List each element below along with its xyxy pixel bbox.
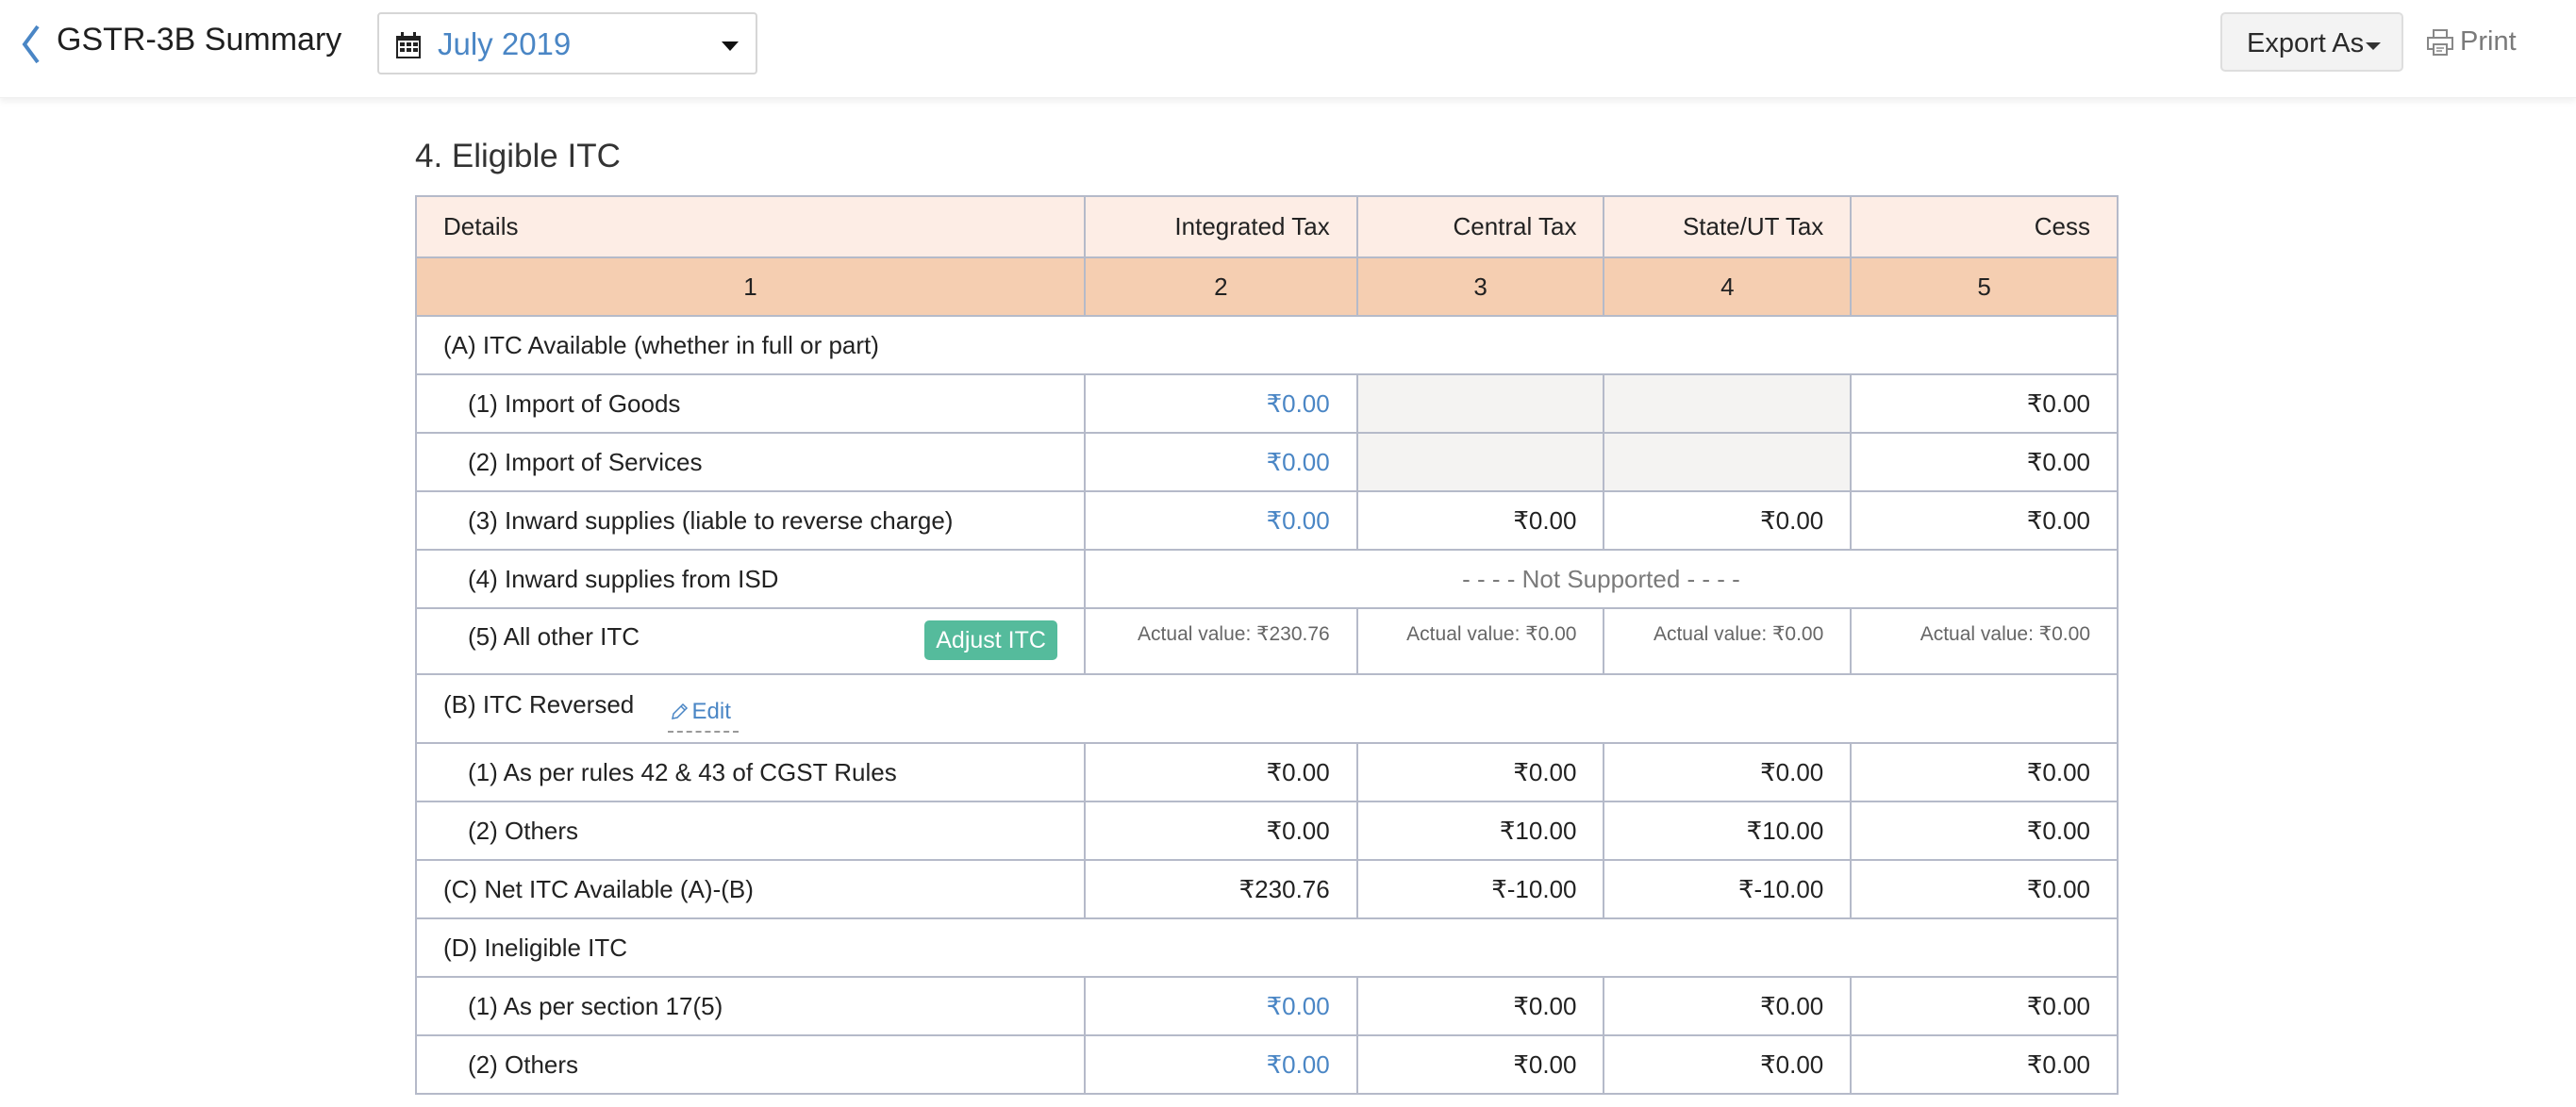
edit-label: Edit <box>691 699 731 724</box>
row-label-cell: (5) All other ITC Adjust ITC <box>415 607 1086 675</box>
group-label: (D) Ineligible ITC <box>415 917 2119 978</box>
chevron-left-icon <box>22 25 40 64</box>
cess-value: ₹0.00 <box>1850 432 2119 492</box>
integrated-tax-link[interactable]: ₹0.00 <box>1083 490 1358 551</box>
row-label: (2) Import of Services <box>415 432 1086 492</box>
group-label: (B) ITC Reversed <box>443 690 635 719</box>
column-header-central-tax: Central Tax <box>1355 195 1605 258</box>
integrated-tax-link[interactable]: ₹0.00 <box>1083 432 1358 492</box>
disabled-cell <box>1355 432 1605 492</box>
state-tax-value: ₹0.00 <box>1603 490 1853 551</box>
cess-value: ₹0.00 <box>1850 490 2119 551</box>
table-row: (5) All other ITC Adjust ITC Actual valu… <box>415 607 2119 675</box>
print-label: Print <box>2460 26 2517 57</box>
state-tax-value: ₹0.00 <box>1603 1034 1853 1095</box>
state-tax-value: ₹0.00 <box>1603 742 1853 802</box>
table-row: (4) Inward supplies from ISD - - - - Not… <box>415 549 2119 609</box>
page-title: GSTR-3B Summary <box>57 22 342 58</box>
period-dropdown[interactable]: July 2019 <box>377 12 757 74</box>
table-row: (1) As per rules 42 & 43 of CGST Rules ₹… <box>415 742 2119 802</box>
group-row-a: (A) ITC Available (whether in full or pa… <box>415 315 2119 375</box>
central-tax-value: ₹0.00 <box>1355 976 1605 1036</box>
row-label: (1) Import of Goods <box>415 373 1086 434</box>
row-label: (5) All other ITC <box>468 622 640 651</box>
central-tax-value: ₹0.00 <box>1355 1034 1605 1095</box>
table-row: (3) Inward supplies (liable to reverse c… <box>415 490 2119 551</box>
state-tax-value: ₹0.00 <box>1603 976 1853 1036</box>
export-as-button[interactable]: Export As <box>2220 12 2403 72</box>
integrated-tax-value: ₹230.76 <box>1083 859 1358 919</box>
caret-down-icon <box>2366 42 2381 50</box>
central-tax-value: ₹0.00 <box>1355 742 1605 802</box>
cess-value: ₹0.00 <box>1850 801 2119 861</box>
integrated-tax-link[interactable]: ₹0.00 <box>1083 1034 1358 1095</box>
disabled-cell <box>1355 373 1605 434</box>
actual-value: Actual value: ₹230.76 <box>1083 607 1358 675</box>
group-row-d: (D) Ineligible ITC <box>415 917 2119 978</box>
export-as-label: Export As <box>2247 28 2365 58</box>
net-itc-row: (C) Net ITC Available (A)-(B) ₹230.76 ₹-… <box>415 859 2119 919</box>
table-row: (2) Others ₹0.00 ₹10.00 ₹10.00 ₹0.00 <box>415 801 2119 861</box>
cess-value: ₹0.00 <box>1850 859 2119 919</box>
table-row: (2) Others ₹0.00 ₹0.00 ₹0.00 ₹0.00 <box>415 1034 2119 1095</box>
row-label: (1) As per rules 42 & 43 of CGST Rules <box>415 742 1086 802</box>
row-label: (C) Net ITC Available (A)-(B) <box>415 859 1086 919</box>
column-header-integrated-tax: Integrated Tax <box>1083 195 1358 258</box>
column-number: 1 <box>415 256 1086 317</box>
central-tax-value: ₹10.00 <box>1355 801 1605 861</box>
actual-value: Actual value: ₹0.00 <box>1850 607 2119 675</box>
cess-value: ₹0.00 <box>1850 742 2119 802</box>
eligible-itc-table: Details Integrated Tax Central Tax State… <box>415 195 2119 1095</box>
period-value: July 2019 <box>438 26 572 61</box>
row-label: (2) Others <box>415 801 1086 861</box>
top-bar: GSTR-3B Summary July 2019 Export As Prin… <box>0 0 2576 98</box>
disabled-cell <box>1603 373 1853 434</box>
column-number: 3 <box>1355 256 1605 317</box>
adjust-itc-button[interactable]: Adjust ITC <box>924 620 1057 660</box>
integrated-tax-link[interactable]: ₹0.00 <box>1083 373 1358 434</box>
column-number: 5 <box>1850 256 2119 317</box>
column-header-cess: Cess <box>1850 195 2119 258</box>
not-supported-text: - - - - Not Supported - - - - <box>1083 549 2119 609</box>
edit-link[interactable]: Edit <box>667 699 739 733</box>
group-label-cell: (B) ITC Reversed Edit <box>415 673 2119 744</box>
printer-icon <box>2427 29 2453 56</box>
column-number-row: 1 2 3 4 5 <box>415 256 2119 317</box>
section-title: 4. Eligible ITC <box>415 138 621 174</box>
table-row: (2) Import of Services ₹0.00 ₹0.00 <box>415 432 2119 492</box>
actual-value: Actual value: ₹0.00 <box>1355 607 1605 675</box>
header-row: Details Integrated Tax Central Tax State… <box>415 195 2119 258</box>
calendar-icon <box>396 32 421 58</box>
state-tax-value: ₹-10.00 <box>1603 859 1853 919</box>
column-header-details: Details <box>415 195 1086 258</box>
central-tax-value: ₹-10.00 <box>1355 859 1605 919</box>
column-number: 4 <box>1603 256 1853 317</box>
column-number: 2 <box>1083 256 1358 317</box>
table-row: (1) Import of Goods ₹0.00 ₹0.00 <box>415 373 2119 434</box>
row-label: (3) Inward supplies (liable to reverse c… <box>415 490 1086 551</box>
row-label: (1) As per section 17(5) <box>415 976 1086 1036</box>
state-tax-value: ₹10.00 <box>1603 801 1853 861</box>
table-row: (1) As per section 17(5) ₹0.00 ₹0.00 ₹0.… <box>415 976 2119 1036</box>
disabled-cell <box>1603 432 1853 492</box>
caret-down-icon <box>722 41 739 51</box>
row-label: (4) Inward supplies from ISD <box>415 549 1086 609</box>
back-button[interactable] <box>17 21 45 68</box>
integrated-tax-link[interactable]: ₹0.00 <box>1083 976 1358 1036</box>
group-label: (A) ITC Available (whether in full or pa… <box>415 315 2119 375</box>
column-header-state-tax: State/UT Tax <box>1603 195 1853 258</box>
group-row-b: (B) ITC Reversed Edit <box>415 673 2119 744</box>
cess-value: ₹0.00 <box>1850 373 2119 434</box>
cess-value: ₹0.00 <box>1850 976 2119 1036</box>
actual-value: Actual value: ₹0.00 <box>1603 607 1853 675</box>
integrated-tax-value: ₹0.00 <box>1083 742 1358 802</box>
row-label: (2) Others <box>415 1034 1086 1095</box>
pencil-icon <box>671 702 688 719</box>
integrated-tax-value: ₹0.00 <box>1083 801 1358 861</box>
central-tax-value: ₹0.00 <box>1355 490 1605 551</box>
cess-value: ₹0.00 <box>1850 1034 2119 1095</box>
